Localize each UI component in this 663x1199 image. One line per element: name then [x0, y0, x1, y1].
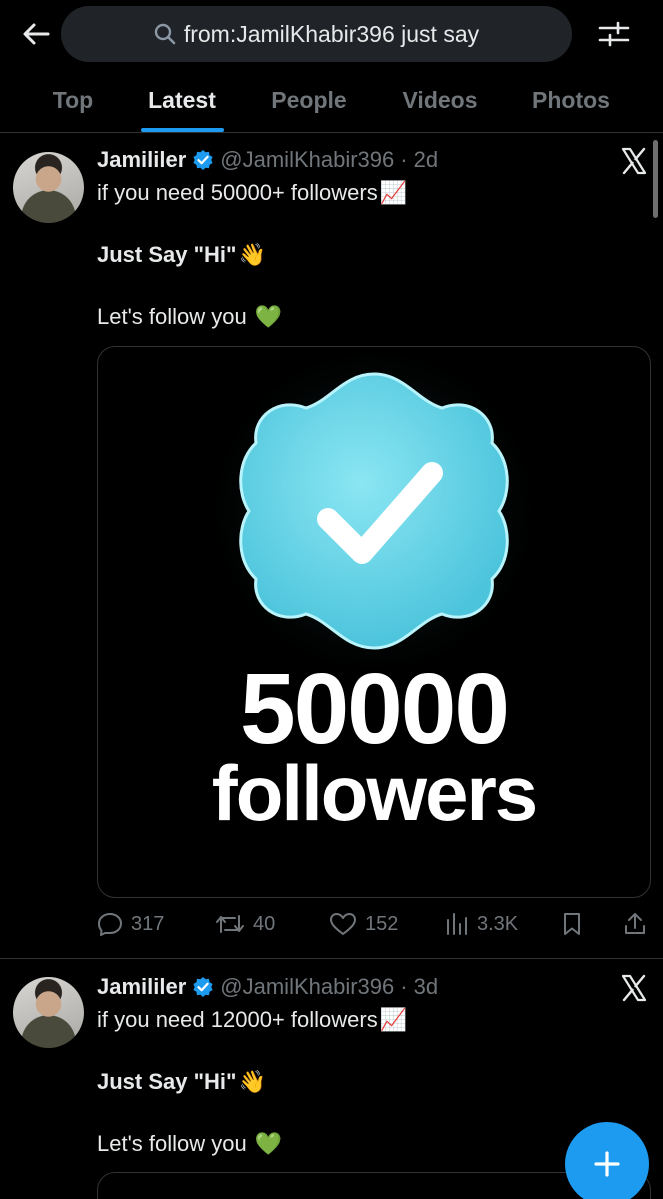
tweet-text: Let's follow you: [97, 304, 247, 329]
media-number: 50000: [239, 653, 510, 765]
author-handle[interactable]: @JamilKhabir396: [220, 974, 394, 1000]
wave-emoji: 👋: [238, 1069, 266, 1094]
separator-dot: ·: [400, 974, 408, 999]
reply-icon: [98, 913, 122, 936]
share-button[interactable]: [623, 904, 647, 944]
bookmark-button[interactable]: [561, 904, 583, 944]
tweet[interactable]: Jamililer @JamilKhabir396 · 3d if you ne…: [0, 959, 663, 1199]
tweet-text-line: Just Say "Hi" 👋: [97, 242, 266, 268]
tweet-text: if you need 12000+ followers: [97, 1007, 378, 1032]
analytics-icon: [447, 913, 467, 935]
author-name[interactable]: Jamililer: [97, 974, 186, 1000]
wave-emoji: 👋: [238, 242, 266, 267]
tweet-text: Let's follow you: [97, 1131, 247, 1156]
repost-button[interactable]: 40: [215, 904, 275, 944]
tweet-text-line: Let's follow you 💚: [97, 1131, 282, 1157]
green-heart-emoji: 💚: [254, 304, 283, 329]
bookmark-icon: [564, 913, 580, 935]
like-button[interactable]: 152: [329, 904, 398, 944]
media-caption: followers: [211, 749, 538, 837]
reply-count: 317: [131, 912, 165, 935]
x-logo-icon[interactable]: [620, 147, 648, 175]
verified-badge-icon: [193, 977, 213, 997]
avatar[interactable]: [13, 152, 84, 223]
chart-emoji: 📈: [379, 180, 408, 205]
tweet[interactable]: Jamililer @JamilKhabir396 · 2d if you ne…: [0, 0, 663, 958]
tweet-media[interactable]: 50000 followers: [97, 346, 651, 898]
author-handle[interactable]: @JamilKhabir396: [220, 147, 394, 173]
tweet-text-bold: Just Say "Hi": [97, 1069, 237, 1094]
tweet-time[interactable]: 2d: [414, 147, 438, 173]
tweet-actions: 317 40 152 3.3K: [97, 904, 657, 944]
x-logo-icon[interactable]: [620, 974, 648, 1002]
tweet-header: Jamililer @JamilKhabir396 · 2d: [97, 144, 438, 176]
tweet-text-bold: Just Say "Hi": [97, 242, 237, 267]
separator-dot: ·: [400, 147, 408, 172]
repost-icon: [216, 915, 244, 933]
plus-icon: [594, 1151, 620, 1177]
view-count: 3.3K: [477, 912, 519, 935]
reply-button[interactable]: 317: [97, 904, 164, 944]
heart-icon: [330, 913, 356, 935]
tweet-text-line: Let's follow you 💚: [97, 304, 282, 330]
tweet-text-line: Just Say "Hi" 👋: [97, 1069, 266, 1095]
tweet-text-line: if you need 50000+ followers 📈: [97, 180, 407, 206]
repost-count: 40: [253, 912, 276, 935]
green-heart-emoji: 💚: [254, 1131, 283, 1156]
chart-emoji: 📈: [379, 1007, 408, 1032]
search-results-page: from:JamilKhabir396 just say Top Latest …: [0, 0, 663, 1199]
tweet-time[interactable]: 3d: [414, 974, 438, 1000]
author-name[interactable]: Jamililer: [97, 147, 186, 173]
tweet-text-line: if you need 12000+ followers 📈: [97, 1007, 407, 1033]
compose-button[interactable]: [565, 1122, 649, 1199]
share-icon: [625, 913, 645, 934]
verified-badge-icon: [193, 150, 213, 170]
tweet-header: Jamililer @JamilKhabir396 · 3d: [97, 971, 438, 1003]
tweet-text: if you need 50000+ followers: [97, 180, 378, 205]
verified-badge-graphic: [204, 347, 544, 667]
views-button[interactable]: 3.3K: [445, 904, 518, 944]
like-count: 152: [365, 912, 399, 935]
avatar[interactable]: [13, 977, 84, 1048]
